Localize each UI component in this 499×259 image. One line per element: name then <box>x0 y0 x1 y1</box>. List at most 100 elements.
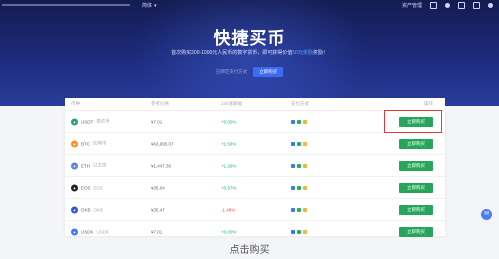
alipay-icon <box>291 119 295 124</box>
caption: 点击购买 <box>229 245 270 256</box>
download-icon[interactable] <box>473 2 480 9</box>
coin-icon: ● <box>71 206 78 213</box>
payment-methods <box>291 229 307 234</box>
nav-links-strip[interactable] <box>2 4 130 6</box>
hero-buy-button[interactable]: 立即购买 <box>253 67 284 77</box>
coin-symbol: USDK <box>81 229 94 234</box>
language-selector[interactable]: 简体 ▾ <box>142 2 157 10</box>
coin-name: 以太坊 <box>93 162 107 168</box>
page-title: 快捷买币 <box>213 29 286 48</box>
action-hint: 已绑定支付方式 <box>215 69 248 74</box>
coin-icon: ● <box>71 140 78 147</box>
nav-right-group: 资产管理 <box>402 2 493 9</box>
buy-now-button[interactable]: 立即购买 <box>399 226 433 237</box>
bank-card-icon <box>303 119 307 124</box>
coin-name: 泰达币 <box>96 118 110 124</box>
chevron-down-icon: ▾ <box>154 2 157 9</box>
coin-symbol: USDT <box>81 119 94 124</box>
coin-name: EOS <box>93 185 104 190</box>
coin-name: 比特币 <box>93 140 107 146</box>
table-row: ● OKB OKB ¥35.47 -1.48% 立即购买 <box>65 199 445 221</box>
payment-methods <box>291 119 307 124</box>
coin-cell: ● USDT 泰达币 <box>71 118 110 125</box>
alipay-icon <box>291 163 295 168</box>
subtitle-suffix: 奖励！ <box>312 50 328 56</box>
coin-name: USDK <box>96 229 110 234</box>
table-row: ● BTC 比特币 ¥63,995.07 +1.56% 立即购买 <box>65 133 445 155</box>
bank-card-icon <box>303 163 307 168</box>
buy-now-button[interactable]: 立即购买 <box>399 182 433 193</box>
wechat-pay-icon <box>297 141 301 146</box>
table-row: ● EOS EOS ¥35.04 +0.57% 立即购买 <box>65 177 445 199</box>
bank-card-icon <box>303 207 307 212</box>
hero-action: 已绑定支付方式 立即购买 <box>0 67 499 77</box>
top-navigation: 简体 ▾ 资产管理 <box>0 0 499 10</box>
bank-card-icon <box>303 229 307 234</box>
coin-symbol: OKB <box>81 207 91 212</box>
wechat-pay-icon <box>297 207 301 212</box>
assets-menu[interactable]: 资产管理 <box>402 2 422 9</box>
coin-symbol: BTC <box>81 141 90 146</box>
language-label: 简体 <box>142 3 153 9</box>
coin-cell: ● ETH 以太坊 <box>71 162 107 169</box>
change-cell: -1.48% <box>221 207 236 212</box>
highlight-annotation-box <box>384 110 442 133</box>
bank-card-icon <box>303 141 307 146</box>
header-coin: 币种 <box>71 101 80 106</box>
coin-cell: ● OKB OKB <box>71 206 103 213</box>
hero-buy-label: 立即购买 <box>259 69 278 74</box>
coin-name: OKB <box>93 207 104 212</box>
hero-banner: 简体 ▾ 资产管理 快捷买币 首次购买200-1000元人民币的数字货币，即可获… <box>0 0 499 106</box>
change-cell: +0.00% <box>221 229 237 234</box>
coin-cell: ● BTC 比特币 <box>71 140 107 147</box>
header-change: 24h涨跌幅 <box>221 101 243 106</box>
coin-icon: ● <box>71 228 78 235</box>
subtitle-text: 首次购买200-1000元人民币的数字货币，即可获得价值 <box>171 50 293 56</box>
assets-label: 资产管理 <box>401 3 422 9</box>
buy-now-button[interactable]: 立即购买 <box>399 204 433 215</box>
header-action: 操作 <box>424 101 433 106</box>
bell-icon[interactable] <box>458 2 465 9</box>
price-cell: ¥35.04 <box>151 185 165 190</box>
alipay-icon <box>291 141 295 146</box>
buy-now-button[interactable]: 立即购买 <box>399 138 433 149</box>
orders-icon[interactable] <box>430 2 437 9</box>
alipay-icon <box>291 207 295 212</box>
bank-card-icon <box>303 185 307 190</box>
payment-methods <box>291 207 307 212</box>
table-row: ● ETH 以太坊 ¥1,447.36 +1.26% 立即购买 <box>65 155 445 177</box>
alipay-icon <box>291 185 295 190</box>
coin-icon: ● <box>71 162 78 169</box>
chat-support-icon[interactable]: ✉ <box>481 209 492 220</box>
change-cell: +1.56% <box>221 141 237 146</box>
wechat-pay-icon <box>297 185 301 190</box>
buy-now-button[interactable]: 立即购买 <box>399 160 433 171</box>
user-icon[interactable] <box>445 3 450 8</box>
coin-icon: ● <box>71 118 78 125</box>
price-cell: ¥1,447.36 <box>151 163 172 168</box>
change-cell: +0.00% <box>221 119 237 124</box>
price-cell: ¥7.01 <box>151 229 163 234</box>
price-cell: ¥35.47 <box>151 207 165 212</box>
wechat-pay-icon <box>297 119 301 124</box>
reward-link[interactable]: 50元奖励 <box>292 50 313 56</box>
change-cell: +1.26% <box>221 163 237 168</box>
payment-methods <box>291 163 307 168</box>
globe-icon[interactable] <box>488 3 493 8</box>
wechat-pay-icon <box>297 163 301 168</box>
coin-icon: ● <box>71 184 78 191</box>
header-payment: 支付方式 <box>291 101 309 106</box>
coin-cell: ● EOS EOS <box>71 184 103 191</box>
change-cell: +0.57% <box>221 185 237 190</box>
hero-subtitle: 首次购买200-1000元人民币的数字货币，即可获得价值50元奖励奖励！ <box>0 49 499 56</box>
price-cell: ¥63,995.07 <box>151 141 174 146</box>
coin-cell: ● USDK USDK <box>71 228 109 235</box>
payment-methods <box>291 185 307 190</box>
coin-symbol: ETH <box>81 163 90 168</box>
coin-symbol: EOS <box>81 185 91 190</box>
header-price: 参考价格 <box>151 101 169 106</box>
wechat-pay-icon <box>297 229 301 234</box>
table-row: ● USDK USDK ¥7.01 +0.00% 立即购买 <box>65 221 445 243</box>
payment-methods <box>291 141 307 146</box>
price-cell: ¥7.01 <box>151 119 163 124</box>
